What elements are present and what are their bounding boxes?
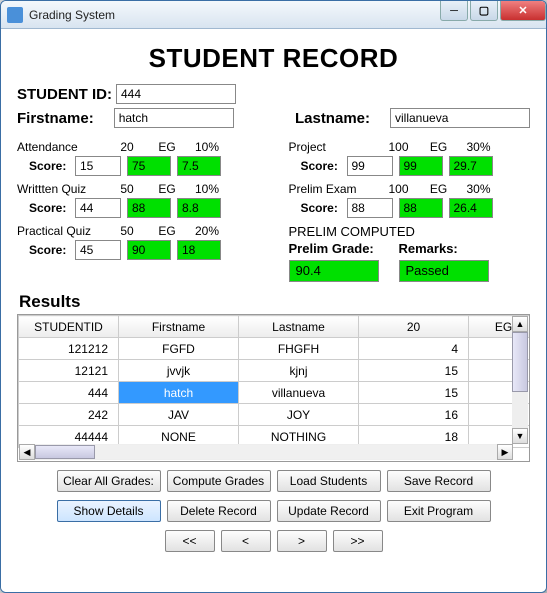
lastname-field[interactable] <box>390 108 530 128</box>
project-score[interactable] <box>347 156 393 176</box>
maximize-button[interactable]: ▢ <box>470 1 498 21</box>
prelim-grade-label: Prelim Grade: <box>289 241 379 256</box>
prelim-eg: 88 <box>399 198 443 218</box>
titlebar: Grading System ─ ▢ ✕ <box>1 1 546 29</box>
prelim-label: Prelim Exam <box>289 182 379 196</box>
written-label: Writtten Quiz <box>17 182 107 196</box>
written-score[interactable] <box>75 198 121 218</box>
prelim-grade-value: 90.4 <box>289 260 379 282</box>
scroll-down-icon[interactable]: ▼ <box>512 428 528 444</box>
content-panel: STUDENT RECORD STUDENT ID: Firstname: La… <box>1 29 546 592</box>
vertical-scrollbar[interactable]: ▲ ▼ <box>512 316 528 444</box>
project-eg: 99 <box>399 156 443 176</box>
remarks-value: Passed <box>399 260 489 282</box>
results-table-wrapper: STUDENTIDFirstnameLastname20EG 121212FGF… <box>17 314 530 462</box>
page-title: STUDENT RECORD <box>17 43 530 74</box>
remarks-label: Remarks: <box>399 241 489 256</box>
v-scroll-thumb[interactable] <box>512 332 528 392</box>
practical-label: Practical Quiz <box>17 224 107 238</box>
nav-first-button[interactable]: << <box>165 530 215 552</box>
close-button[interactable]: ✕ <box>500 1 546 21</box>
table-header[interactable]: 20 <box>359 316 469 338</box>
prelim-wt: 26.4 <box>449 198 493 218</box>
update-record-button[interactable]: Update Record <box>277 500 381 522</box>
horizontal-scrollbar[interactable]: ◀ ▶ <box>19 444 513 460</box>
table-header[interactable]: Lastname <box>239 316 359 338</box>
exit-program-button[interactable]: Exit Program <box>387 500 491 522</box>
prelim-box: Prelim Exam 100 EG 30% Score: 88 26.4 <box>289 182 531 218</box>
table-header[interactable]: STUDENTID <box>19 316 119 338</box>
scroll-left-icon[interactable]: ◀ <box>19 444 35 460</box>
clear-grades-button[interactable]: Clear All Grades: <box>57 470 161 492</box>
table-row[interactable]: 444hatchvillanueva1575 <box>19 382 531 404</box>
practical-eg: 90 <box>127 240 171 260</box>
table-row[interactable]: 121212FGFDFHGFH420 <box>19 338 531 360</box>
project-wt: 29.7 <box>449 156 493 176</box>
practical-wt: 18 <box>177 240 221 260</box>
app-icon <box>7 7 23 23</box>
h-scroll-thumb[interactable] <box>35 445 95 459</box>
save-record-button[interactable]: Save Record <box>387 470 491 492</box>
attendance-box: Attendance 20 EG 10% Score: 75 7.5 <box>17 140 259 176</box>
show-details-button[interactable]: Show Details <box>57 500 161 522</box>
attendance-eg: 75 <box>127 156 171 176</box>
nav-last-button[interactable]: >> <box>333 530 383 552</box>
written-box: Writtten Quiz 50 EG 10% Score: 88 8.8 <box>17 182 259 218</box>
attendance-score[interactable] <box>75 156 121 176</box>
attendance-label: Attendance <box>17 140 107 154</box>
project-label: Project <box>289 140 379 154</box>
practical-box: Practical Quiz 50 EG 20% Score: 90 18 <box>17 224 259 260</box>
student-id-label: STUDENT ID: <box>17 86 112 103</box>
table-row[interactable]: 242JAVJOY1680 <box>19 404 531 426</box>
attendance-wt: 7.5 <box>177 156 221 176</box>
project-box: Project 100 EG 30% Score: 99 29.7 <box>289 140 531 176</box>
app-window: Grading System ─ ▢ ✕ STUDENT RECORD STUD… <box>0 0 547 593</box>
table-header[interactable]: Firstname <box>119 316 239 338</box>
scroll-up-icon[interactable]: ▲ <box>512 316 528 332</box>
prelim-score[interactable] <box>347 198 393 218</box>
lastname-label: Lastname: <box>295 110 370 127</box>
written-eg: 88 <box>127 198 171 218</box>
results-heading: Results <box>19 292 530 312</box>
firstname-label: Firstname: <box>17 110 94 127</box>
load-students-button[interactable]: Load Students <box>277 470 381 492</box>
prelim-computed-label: PRELIM COMPUTED <box>289 224 531 239</box>
compute-grades-button[interactable]: Compute Grades <box>167 470 271 492</box>
student-id-field[interactable] <box>116 84 236 104</box>
results-table[interactable]: STUDENTIDFirstnameLastname20EG 121212FGF… <box>18 315 530 448</box>
minimize-button[interactable]: ─ <box>440 1 468 21</box>
written-wt: 8.8 <box>177 198 221 218</box>
firstname-field[interactable] <box>114 108 234 128</box>
computed-box: PRELIM COMPUTED Prelim Grade: 90.4 Remar… <box>289 224 531 282</box>
scroll-right-icon[interactable]: ▶ <box>497 444 513 460</box>
nav-next-button[interactable]: > <box>277 530 327 552</box>
table-row[interactable]: 12121jvvjkkjnj1575 <box>19 360 531 382</box>
delete-record-button[interactable]: Delete Record <box>167 500 271 522</box>
practical-score[interactable] <box>75 240 121 260</box>
nav-prev-button[interactable]: < <box>221 530 271 552</box>
